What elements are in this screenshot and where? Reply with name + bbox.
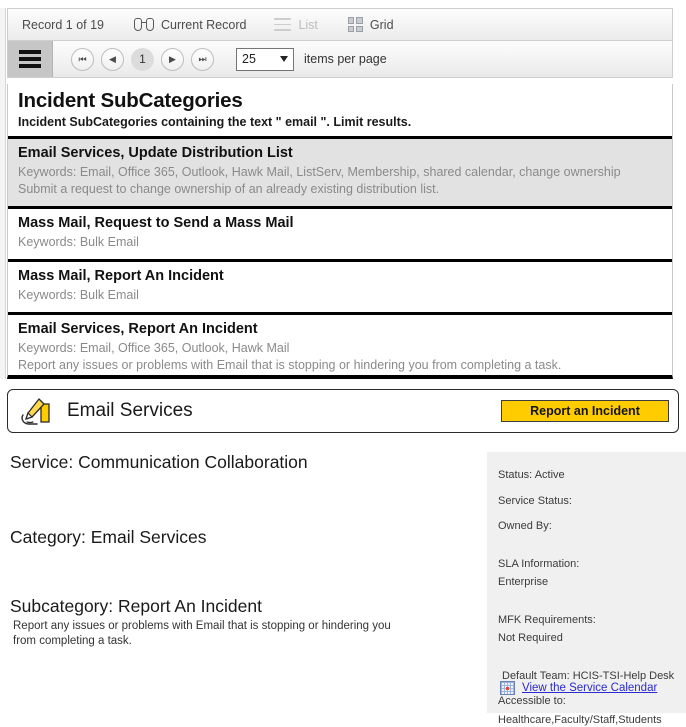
result-row-keywords: Keywords: Email, Office 365, Outlook, Ha… — [18, 164, 662, 181]
list-icon — [274, 18, 291, 31]
mfk-value: Not Required — [498, 631, 686, 646]
next-page-icon: ▶ — [169, 55, 176, 64]
left-scroll-rail[interactable] — [0, 8, 6, 379]
accessible-to-value: Healthcare,Faculty/Staff,Students — [498, 713, 686, 727]
result-row-title: Mass Mail, Request to Send a Mass Mail — [18, 214, 662, 232]
subcategory-field: Subcategory: Report An Incident — [10, 596, 410, 617]
hamburger-icon-bar — [19, 50, 41, 54]
result-row[interactable]: Mass Mail, Request to Send a Mass Mail K… — [8, 206, 672, 259]
first-page-icon: ⏮ — [78, 55, 86, 64]
grid-view-button[interactable]: Grid — [348, 17, 394, 32]
result-row-title: Email Services, Report An Incident — [18, 320, 662, 338]
report-an-incident-label: Report an Incident — [530, 404, 640, 418]
record-toolbar: Record 1 of 19 Current Record List Grid — [7, 8, 673, 40]
list-view-button[interactable]: List — [274, 18, 317, 32]
grid-icon — [348, 17, 363, 32]
result-row[interactable]: Email Services, Report An Incident Keywo… — [8, 312, 672, 379]
service-detail-header: Email Services Report an Incident — [7, 389, 679, 433]
spacer — [498, 545, 686, 557]
hamburger-icon-bar — [19, 57, 41, 61]
result-row-title: Mass Mail, Report An Incident — [18, 267, 662, 285]
pager: ⏮ ◀ 1 ▶ ⏭ — [71, 48, 214, 71]
sla-label: SLA Information: — [498, 557, 686, 572]
category-field: Category: Email Services — [10, 527, 480, 548]
result-row-keywords: Keywords: Bulk Email — [18, 234, 662, 251]
grid-view-label: Grid — [370, 18, 394, 32]
status-field: Status: Active — [498, 468, 686, 483]
result-row-keywords: Keywords: Bulk Email — [18, 287, 662, 304]
result-row-title: Email Services, Update Distribution List — [18, 144, 662, 162]
subcategory-block: Subcategory: Report An Incident Report a… — [10, 596, 410, 649]
page-title: Incident SubCategories — [18, 90, 662, 113]
current-record-label: Current Record — [161, 18, 246, 32]
prev-page-icon: ◀ — [109, 55, 116, 64]
service-status-field: Service Status: — [498, 494, 686, 509]
result-row-description: Submit a request to change ownership of … — [18, 181, 662, 198]
current-page-number: 1 — [139, 52, 146, 66]
accessible-to-label: Accessible to: — [498, 694, 686, 709]
service-detail-title: Email Services — [67, 400, 193, 422]
service-info-panel: Status: Active Service Status: Owned By:… — [487, 452, 686, 713]
hamburger-icon-bar — [19, 64, 41, 68]
list-view-label: List — [298, 18, 317, 32]
items-per-page-value: 25 — [242, 52, 256, 66]
current-record-button[interactable]: Current Record — [134, 17, 246, 32]
prev-page-button[interactable]: ◀ — [101, 48, 124, 71]
spacer — [498, 601, 686, 613]
result-row-keywords: Keywords: Email, Office 365, Outlook, Ha… — [18, 340, 662, 357]
next-page-button[interactable]: ▶ — [161, 48, 184, 71]
menu-button[interactable] — [8, 41, 53, 77]
last-page-icon: ⏭ — [198, 55, 206, 64]
results-subtitle: Incident SubCategories containing the te… — [18, 115, 662, 129]
result-row[interactable]: Email Services, Update Distribution List… — [8, 136, 672, 206]
sla-value: Enterprise — [498, 575, 686, 590]
report-an-incident-button[interactable]: Report an Incident — [501, 400, 669, 422]
first-page-button[interactable]: ⏮ — [71, 48, 94, 71]
items-per-page-select[interactable]: 25 — [236, 48, 294, 71]
chevron-down-icon — [280, 56, 288, 62]
result-row[interactable]: Mass Mail, Report An Incident Keywords: … — [8, 259, 672, 312]
record-status: Record 1 of 19 — [22, 18, 104, 32]
items-per-page-label: items per page — [304, 52, 387, 66]
spacer — [498, 657, 686, 669]
results-header: Incident SubCategories Incident SubCateg… — [8, 84, 672, 136]
owned-by-field: Owned By: — [498, 519, 686, 534]
hand-writing-pencil-icon — [20, 395, 56, 427]
record-status-label: Record 1 of 19 — [22, 18, 104, 32]
current-page-indicator[interactable]: 1 — [131, 48, 154, 71]
binoculars-icon — [134, 17, 154, 32]
results-panel: Incident SubCategories Incident SubCateg… — [7, 84, 673, 379]
service-field: Service: Communication Collaboration — [10, 452, 480, 473]
pagination-toolbar: ⏮ ◀ 1 ▶ ⏭ 25 items per page — [7, 40, 673, 78]
last-page-button[interactable]: ⏭ — [191, 48, 214, 71]
calendar-icon — [500, 681, 515, 695]
mfk-label: MFK Requirements: — [498, 613, 686, 628]
service-detail-body: Service: Communication Collaboration Cat… — [10, 452, 480, 548]
result-row-description: Report any issues or problems with Email… — [18, 357, 662, 374]
service-calendar-link-row[interactable]: View the Service Calendar — [500, 681, 657, 695]
subcategory-description: Report any issues or problems with Email… — [10, 619, 410, 649]
service-calendar-link[interactable]: View the Service Calendar — [522, 682, 657, 694]
